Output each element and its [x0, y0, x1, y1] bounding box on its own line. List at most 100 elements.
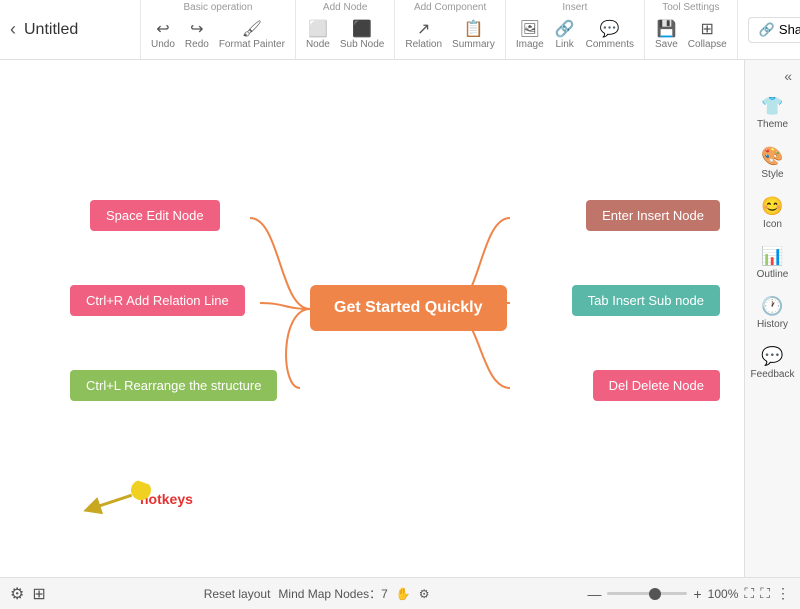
toolbar-right: 🔗 Share 📤 Export: [737, 0, 800, 59]
feedback-label: Feedback: [751, 369, 795, 380]
toolbar-items-insert: 🖼 Image 🔗 Link 💬 Comments: [512, 15, 638, 57]
sidebar-item-theme[interactable]: 👕 Theme: [745, 88, 800, 138]
grid-icon[interactable]: ⊞: [32, 584, 45, 604]
outline-icon: 📊: [761, 246, 783, 267]
sub-node-icon: ⬛: [352, 22, 372, 38]
share-icon: 🔗: [759, 22, 775, 38]
left-node-2-label: Ctrl+R Add Relation Line: [86, 293, 229, 308]
zoom-minus-button[interactable]: —: [587, 586, 601, 602]
toolbar-group-tool-settings: Tool Settings 💾 Save ⊞ Collapse: [644, 0, 737, 59]
save-button[interactable]: 💾 Save: [651, 20, 682, 52]
zoom-slider[interactable]: [607, 592, 687, 595]
save-label: Save: [655, 39, 678, 50]
link-button[interactable]: 🔗 Link: [550, 20, 580, 52]
reset-layout-button[interactable]: Reset layout: [204, 587, 271, 601]
link-icon: 🔗: [555, 22, 575, 38]
right-node-3[interactable]: Del Delete Node: [593, 370, 720, 401]
right-node-3-label: Del Delete Node: [609, 378, 704, 393]
history-label: History: [757, 319, 788, 330]
format-painter-label: Format Painter: [219, 39, 285, 50]
comments-label: Comments: [586, 39, 634, 50]
settings2-icon[interactable]: ⚙: [419, 587, 430, 601]
link-label: Link: [555, 39, 573, 50]
toolbar-items-add-component: ↗ Relation 📋 Summary: [401, 15, 499, 57]
hand-icon[interactable]: ✋: [396, 587, 411, 601]
redo-label: Redo: [185, 39, 209, 50]
summary-icon: 📋: [463, 22, 483, 38]
relation-icon: ↗: [417, 22, 430, 38]
right-sidebar: « 👕 Theme 🎨 Style 😊 Icon 📊 Outline 🕐 His…: [744, 60, 800, 577]
center-node-label: Get Started Quickly: [334, 299, 483, 316]
header-left: ‹ Untitled: [0, 0, 140, 59]
share-button[interactable]: 🔗 Share: [748, 17, 800, 43]
share-label: Share: [779, 22, 800, 37]
image-label: Image: [516, 39, 544, 50]
sidebar-item-style[interactable]: 🎨 Style: [745, 138, 800, 188]
undo-icon: ↩: [156, 22, 169, 38]
left-node-3[interactable]: Ctrl+L Rearrange the structure: [70, 370, 277, 401]
document-title: Untitled: [24, 21, 78, 39]
image-button[interactable]: 🖼 Image: [512, 20, 548, 52]
extra-icon[interactable]: ⋮: [776, 585, 790, 602]
sidebar-item-icon[interactable]: 😊 Icon: [745, 188, 800, 238]
left-node-2[interactable]: Ctrl+R Add Relation Line: [70, 285, 245, 316]
bottom-right: — + 100% ⛶ ⛶ ⋮: [587, 585, 790, 602]
center-node[interactable]: Get Started Quickly: [310, 285, 507, 331]
comments-button[interactable]: 💬 Comments: [582, 20, 638, 52]
toolbar-group-label-tool-settings: Tool Settings: [651, 2, 731, 13]
main: Get Started Quickly Space Edit Node Ctrl…: [0, 60, 800, 577]
zoom-percent: 100%: [708, 587, 739, 601]
toolbar-items-add-node: ⬜ Node ⬛ Sub Node: [302, 15, 388, 57]
node-count-label: Mind Map Nodes：7: [278, 585, 387, 602]
toolbar-groups: Basic operation ↩ Undo ↪ Redo 🖌 Format P…: [140, 0, 737, 59]
back-button[interactable]: ‹: [10, 19, 16, 40]
toolbar-group-basic: Basic operation ↩ Undo ↪ Redo 🖌 Format P…: [140, 0, 295, 59]
image-icon: 🖼: [520, 22, 540, 38]
summary-button[interactable]: 📋 Summary: [448, 20, 499, 52]
bottom-center: Reset layout Mind Map Nodes：7 ✋ ⚙: [58, 585, 576, 602]
canvas[interactable]: Get Started Quickly Space Edit Node Ctrl…: [0, 60, 744, 577]
sidebar-item-outline[interactable]: 📊 Outline: [745, 238, 800, 288]
relation-button[interactable]: ↗ Relation: [401, 20, 446, 52]
toolbar-group-label-add-node: Add Node: [302, 2, 388, 13]
sub-node-button[interactable]: ⬛ Sub Node: [336, 20, 388, 52]
toolbar-group-label-add-component: Add Component: [401, 2, 499, 13]
sub-node-label: Sub Node: [340, 39, 384, 50]
icon-icon: 😊: [761, 196, 783, 217]
collapse-label: Collapse: [688, 39, 727, 50]
settings-icon[interactable]: ⚙: [10, 584, 24, 604]
sidebar-toggle-button[interactable]: «: [745, 64, 800, 88]
node-button[interactable]: ⬜ Node: [302, 20, 334, 52]
format-painter-button[interactable]: 🖌 Format Painter: [215, 20, 289, 52]
right-node-2[interactable]: Tab Insert Sub node: [572, 285, 720, 316]
collapse-button[interactable]: ⊞ Collapse: [684, 20, 731, 52]
sidebar-item-feedback[interactable]: 💬 Feedback: [745, 338, 800, 388]
fit-screen-icon[interactable]: ⛶: [744, 585, 754, 602]
left-node-1-label: Space Edit Node: [106, 208, 204, 223]
relation-label: Relation: [405, 39, 442, 50]
toolbar-items-tool-settings: 💾 Save ⊞ Collapse: [651, 15, 731, 57]
theme-icon: 👕: [761, 96, 783, 117]
right-node-1-label: Enter Insert Node: [602, 208, 704, 223]
toolbar-group-add-component: Add Component ↗ Relation 📋 Summary: [394, 0, 505, 59]
left-node-1[interactable]: Space Edit Node: [90, 200, 220, 231]
save-icon: 💾: [656, 22, 676, 38]
header: ‹ Untitled Basic operation ↩ Undo ↪ Redo…: [0, 0, 800, 60]
zoom-plus-button[interactable]: +: [693, 586, 701, 602]
style-label: Style: [761, 169, 783, 180]
comments-icon: 💬: [600, 22, 620, 38]
toolbar-group-label-basic: Basic operation: [147, 2, 289, 13]
node-icon: ⬜: [308, 22, 328, 38]
feedback-icon: 💬: [761, 346, 783, 367]
mindmap: Get Started Quickly Space Edit Node Ctrl…: [60, 140, 740, 540]
right-node-1[interactable]: Enter Insert Node: [586, 200, 720, 231]
bottom-bar: ⚙ ⊞ Reset layout Mind Map Nodes：7 ✋ ⚙ — …: [0, 577, 800, 609]
undo-button[interactable]: ↩ Undo: [147, 20, 179, 52]
left-node-3-label: Ctrl+L Rearrange the structure: [86, 378, 261, 393]
sidebar-item-history[interactable]: 🕐 History: [745, 288, 800, 338]
summary-label: Summary: [452, 39, 495, 50]
bottom-left: ⚙ ⊞: [10, 584, 46, 604]
fullscreen-icon[interactable]: ⛶: [760, 585, 770, 602]
history-icon: 🕐: [761, 296, 783, 317]
redo-button[interactable]: ↪ Redo: [181, 20, 213, 52]
